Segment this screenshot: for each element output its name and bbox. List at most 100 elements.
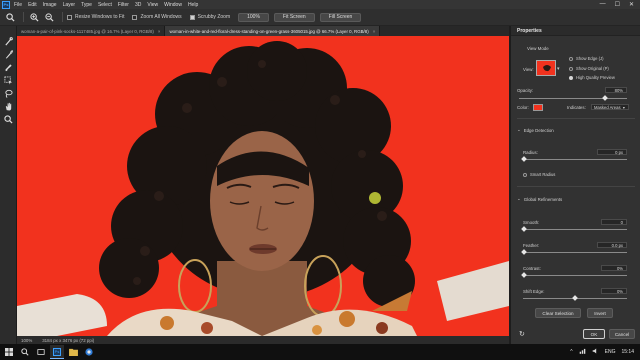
chevron-down-icon[interactable]: ▾ bbox=[557, 66, 560, 72]
shift-edge-field[interactable]: 0% bbox=[601, 288, 627, 294]
fill-screen-button[interactable]: Fill Screen bbox=[319, 12, 362, 22]
tab-label: woman-a-pair-of-pink-socks-1117485.jpg @… bbox=[21, 28, 154, 34]
hq-preview-checkbox[interactable]: High Quality Preview bbox=[569, 75, 615, 80]
network-icon[interactable] bbox=[579, 348, 586, 356]
zoom-level: 100% bbox=[21, 337, 33, 343]
language-indicator[interactable]: ENG bbox=[605, 349, 616, 355]
menu-window[interactable]: Window bbox=[164, 2, 182, 8]
zoom-out-icon[interactable] bbox=[43, 12, 56, 23]
scrubby-zoom-label: Scrubby Zoom bbox=[197, 14, 231, 20]
file-explorer-icon[interactable] bbox=[66, 345, 80, 359]
reset-icon[interactable]: ↻ bbox=[519, 330, 525, 338]
window-controls: — ☐ ✕ bbox=[600, 1, 640, 8]
lasso-tool-icon[interactable] bbox=[3, 88, 14, 98]
zoom-all-windows-checkbox[interactable]: Zoom All Windows bbox=[132, 14, 182, 20]
show-original-checkbox[interactable]: Show Original (P) bbox=[569, 66, 609, 71]
overlay-color-swatch[interactable] bbox=[533, 104, 543, 111]
menu-file[interactable]: File bbox=[14, 2, 22, 8]
close-icon[interactable]: × bbox=[373, 29, 376, 34]
menu-3d[interactable]: 3D bbox=[135, 2, 141, 8]
system-tray: ^ ENG 15:14 bbox=[570, 348, 640, 356]
options-bar: Resize Windows to Fit Zoom All Windows S… bbox=[0, 9, 640, 26]
smooth-field[interactable]: 0 bbox=[601, 219, 627, 225]
menu-image[interactable]: Image bbox=[43, 2, 57, 8]
brush-tool-icon[interactable] bbox=[3, 62, 14, 72]
opacity-slider-thumb[interactable] bbox=[602, 95, 609, 101]
view-label: View: bbox=[523, 67, 534, 72]
volume-icon[interactable] bbox=[592, 348, 599, 356]
feather-slider-thumb[interactable] bbox=[521, 249, 527, 255]
contrast-slider-thumb[interactable] bbox=[521, 272, 527, 278]
tools-panel bbox=[0, 26, 17, 344]
clock[interactable]: 15:14 bbox=[621, 349, 634, 355]
radius-slider-track bbox=[523, 159, 627, 160]
menu-filter[interactable]: Filter bbox=[118, 2, 129, 8]
show-edge-checkbox[interactable]: Show Edge (J) bbox=[569, 56, 603, 61]
scrubby-zoom-checkbox[interactable]: Scrubby Zoom bbox=[189, 14, 231, 20]
chevron-down-icon: ▾ bbox=[622, 104, 625, 110]
separator bbox=[23, 12, 24, 22]
photoshop-logo: Ps bbox=[2, 0, 10, 9]
resize-windows-checkbox[interactable]: Resize Windows to Fit bbox=[67, 14, 124, 20]
view-mode-thumbnail[interactable] bbox=[536, 60, 556, 76]
menu-select[interactable]: Select bbox=[98, 2, 112, 8]
zoom-tool-icon[interactable] bbox=[3, 114, 14, 124]
menu-help[interactable]: Help bbox=[188, 2, 198, 8]
cancel-button[interactable]: Cancel bbox=[609, 329, 635, 339]
maximize-icon[interactable]: ☐ bbox=[615, 1, 620, 8]
zoom-100-button[interactable]: 100% bbox=[238, 12, 269, 22]
zoom-tool-icon[interactable] bbox=[4, 12, 17, 23]
chevron-up-icon[interactable]: ^ bbox=[570, 349, 572, 355]
checkbox-box-checked bbox=[569, 75, 573, 80]
clear-selection-button[interactable]: Clear Selection bbox=[535, 308, 581, 318]
checkbox-box bbox=[67, 14, 72, 20]
hq-preview-label: High Quality Preview bbox=[576, 75, 615, 80]
opacity-field[interactable]: 80% bbox=[605, 87, 627, 93]
feather-field[interactable]: 0.0 px bbox=[597, 242, 627, 248]
indicates-label: Indicates: bbox=[567, 105, 586, 110]
edge-detection-header[interactable]: ⌄ Edge Detection bbox=[517, 127, 554, 133]
hand-tool-icon[interactable] bbox=[3, 101, 14, 111]
photoshop-logo: Ps bbox=[53, 347, 61, 356]
tab-properties[interactable]: Properties bbox=[511, 26, 640, 36]
global-refinements-header[interactable]: ⌄ Global Refinements bbox=[517, 196, 562, 202]
checkbox-box-checked bbox=[189, 14, 195, 20]
radius-label: Radius: bbox=[523, 150, 538, 155]
browser-icon[interactable] bbox=[82, 345, 96, 359]
smooth-slider-thumb[interactable] bbox=[521, 226, 527, 232]
menu-view[interactable]: View bbox=[147, 2, 158, 8]
properties-panel: Properties View Mode View: ▾ Show Edge (… bbox=[510, 26, 640, 344]
divider bbox=[517, 186, 635, 187]
radius-slider-thumb[interactable] bbox=[521, 156, 527, 162]
start-icon[interactable] bbox=[2, 345, 16, 359]
task-view-icon[interactable] bbox=[34, 345, 48, 359]
chevron-down-icon: ⌄ bbox=[517, 196, 521, 201]
zoom-in-icon[interactable] bbox=[28, 12, 41, 23]
invert-button[interactable]: Invert bbox=[587, 308, 613, 318]
indicates-select[interactable]: Masked Areas ▾ bbox=[591, 104, 629, 110]
refine-edge-brush-icon[interactable] bbox=[3, 49, 14, 59]
show-original-label: Show Original (P) bbox=[576, 66, 609, 71]
smart-radius-checkbox[interactable]: Smart Radius bbox=[523, 172, 555, 177]
document-canvas[interactable] bbox=[17, 36, 509, 336]
menu-type[interactable]: Type bbox=[81, 2, 92, 8]
minimize-icon[interactable]: — bbox=[600, 1, 606, 8]
quick-selection-icon[interactable] bbox=[3, 36, 14, 46]
photoshop-taskbar-icon[interactable]: Ps bbox=[50, 345, 64, 359]
close-icon[interactable]: ✕ bbox=[629, 1, 634, 8]
menu-edit[interactable]: Edit bbox=[28, 2, 37, 8]
object-selection-icon[interactable] bbox=[3, 75, 14, 85]
ok-button[interactable]: OK bbox=[583, 329, 605, 339]
tab-document-floral-dress[interactable]: woman-in-white-and-red-floral-dress-stan… bbox=[165, 26, 381, 36]
contrast-field[interactable]: 0% bbox=[601, 265, 627, 271]
checkbox-box bbox=[569, 56, 573, 61]
radius-field[interactable]: 0 px bbox=[597, 149, 627, 155]
search-icon[interactable] bbox=[18, 345, 32, 359]
menu-layer[interactable]: Layer bbox=[63, 2, 76, 8]
smooth-slider-track bbox=[523, 229, 627, 230]
tab-document-socks[interactable]: woman-a-pair-of-pink-socks-1117485.jpg @… bbox=[17, 26, 166, 36]
edge-detection-title: Edge Detection bbox=[523, 127, 554, 133]
close-icon[interactable]: × bbox=[158, 29, 161, 34]
fit-screen-button[interactable]: Fit Screen bbox=[273, 12, 315, 22]
shift-edge-slider-thumb[interactable] bbox=[572, 295, 578, 301]
